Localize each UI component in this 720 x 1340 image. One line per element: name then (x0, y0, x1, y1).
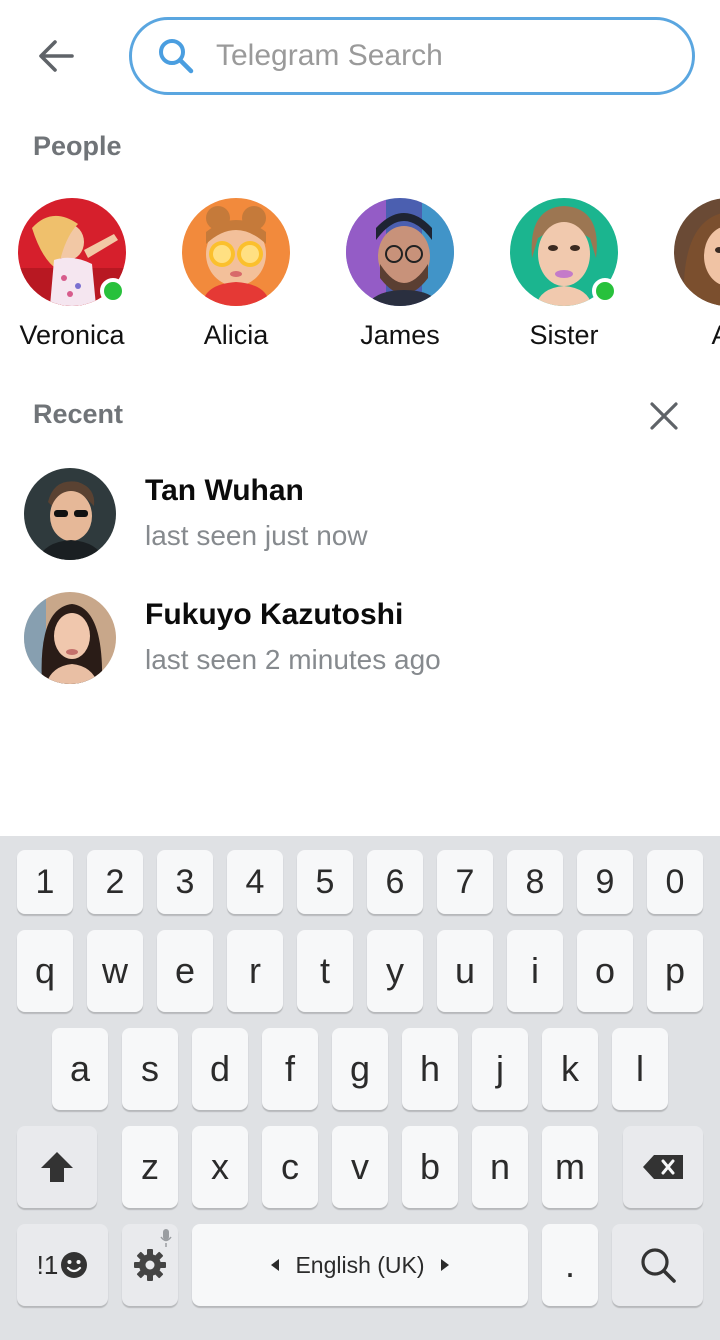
search-icon (640, 1248, 676, 1283)
recent-item-fukuyo-kazutoshi[interactable]: Fukuyo Kazutoshi last seen 2 minutes ago (0, 592, 720, 712)
key-r[interactable]: r (227, 930, 283, 1012)
key-i[interactable]: i (507, 930, 563, 1012)
key-j[interactable]: j (472, 1028, 528, 1110)
key-l[interactable]: l (612, 1028, 668, 1110)
avatar (182, 198, 290, 306)
contact-name: Tan Wuhan (145, 474, 304, 507)
people-section-title: People (33, 131, 122, 161)
people-row: Veronica Alicia James Sister (0, 198, 720, 358)
emoji-icon (61, 1252, 88, 1278)
shift-key[interactable] (17, 1126, 97, 1208)
avatar (674, 198, 720, 306)
key-x[interactable]: x (192, 1126, 248, 1208)
settings-key[interactable] (122, 1224, 178, 1306)
online-indicator (100, 278, 126, 304)
avatar (24, 468, 116, 560)
on-screen-keyboard: 1 2 3 4 5 6 7 8 9 0 q w e r t y u i o p … (0, 836, 720, 1340)
last-seen-status: last seen 2 minutes ago (145, 644, 441, 675)
recent-item-tan-wuhan[interactable]: Tan Wuhan last seen just now (0, 468, 720, 588)
key-0[interactable]: 0 (647, 850, 703, 914)
microphone-icon (160, 1229, 172, 1247)
settings-icon (134, 1249, 166, 1281)
backspace-key[interactable] (623, 1126, 703, 1208)
person-name: Veronica (19, 320, 125, 350)
key-b[interactable]: b (402, 1126, 458, 1208)
backspace-icon (643, 1155, 683, 1179)
key-p[interactable]: p (647, 930, 703, 1012)
language-prev-icon (271, 1259, 280, 1271)
last-seen-status: last seen just now (145, 520, 368, 551)
search-field[interactable] (129, 17, 695, 95)
symbols-label: !1 (36, 1249, 59, 1280)
avatar (346, 198, 454, 306)
key-y[interactable]: y (367, 930, 423, 1012)
spacebar-language-key[interactable]: English (UK) (192, 1224, 528, 1306)
key-h[interactable]: h (402, 1028, 458, 1110)
language-next-icon (440, 1259, 449, 1271)
key-c[interactable]: c (262, 1126, 318, 1208)
language-label: English (UK) (295, 1251, 425, 1278)
key-v[interactable]: v (332, 1126, 388, 1208)
key-a[interactable]: a (52, 1028, 108, 1110)
key-t[interactable]: t (297, 930, 353, 1012)
recent-section-title: Recent (33, 399, 124, 429)
key-m[interactable]: m (542, 1126, 598, 1208)
key-g[interactable]: g (332, 1028, 388, 1110)
person-veronica[interactable]: Veronica (2, 198, 142, 351)
key-8[interactable]: 8 (507, 850, 563, 914)
person-ad[interactable]: Ad (658, 198, 720, 351)
key-d[interactable]: d (192, 1028, 248, 1110)
search-input[interactable] (216, 39, 676, 73)
person-name: James (360, 320, 440, 350)
key-e[interactable]: e (157, 930, 213, 1012)
person-name: Ad (711, 320, 720, 351)
person-alicia[interactable]: Alicia (166, 198, 306, 351)
person-name: Sister (529, 320, 599, 350)
symbols-emoji-key[interactable]: !1 (17, 1224, 108, 1306)
key-o[interactable]: o (577, 930, 633, 1012)
key-9[interactable]: 9 (577, 850, 633, 914)
key-q[interactable]: q (17, 930, 73, 1012)
key-2[interactable]: 2 (87, 850, 143, 914)
key-n[interactable]: n (472, 1126, 528, 1208)
key-4[interactable]: 4 (227, 850, 283, 914)
key-7[interactable]: 7 (437, 850, 493, 914)
contact-name: Fukuyo Kazutoshi (145, 598, 404, 631)
clear-recent-button[interactable] (644, 396, 684, 436)
key-w[interactable]: w (87, 930, 143, 1012)
close-icon (650, 402, 678, 430)
search-action-key[interactable] (612, 1224, 703, 1306)
key-s[interactable]: s (122, 1028, 178, 1110)
key-1[interactable]: 1 (17, 850, 73, 914)
key-z[interactable]: z (122, 1126, 178, 1208)
shift-icon (41, 1152, 73, 1182)
key-6[interactable]: 6 (367, 850, 423, 914)
person-james[interactable]: James (330, 198, 470, 351)
search-header (0, 0, 720, 110)
person-name: Alicia (203, 320, 269, 350)
person-sister[interactable]: Sister (494, 198, 634, 351)
back-button[interactable] (26, 28, 86, 84)
key-k[interactable]: k (542, 1028, 598, 1110)
key-u[interactable]: u (437, 930, 493, 1012)
avatar (24, 592, 116, 684)
key-f[interactable]: f (262, 1028, 318, 1110)
key-5[interactable]: 5 (297, 850, 353, 914)
key-3[interactable]: 3 (157, 850, 213, 914)
search-icon (156, 36, 196, 76)
back-arrow-icon (39, 40, 74, 72)
online-indicator (592, 278, 618, 304)
key-period[interactable]: . (542, 1224, 598, 1306)
